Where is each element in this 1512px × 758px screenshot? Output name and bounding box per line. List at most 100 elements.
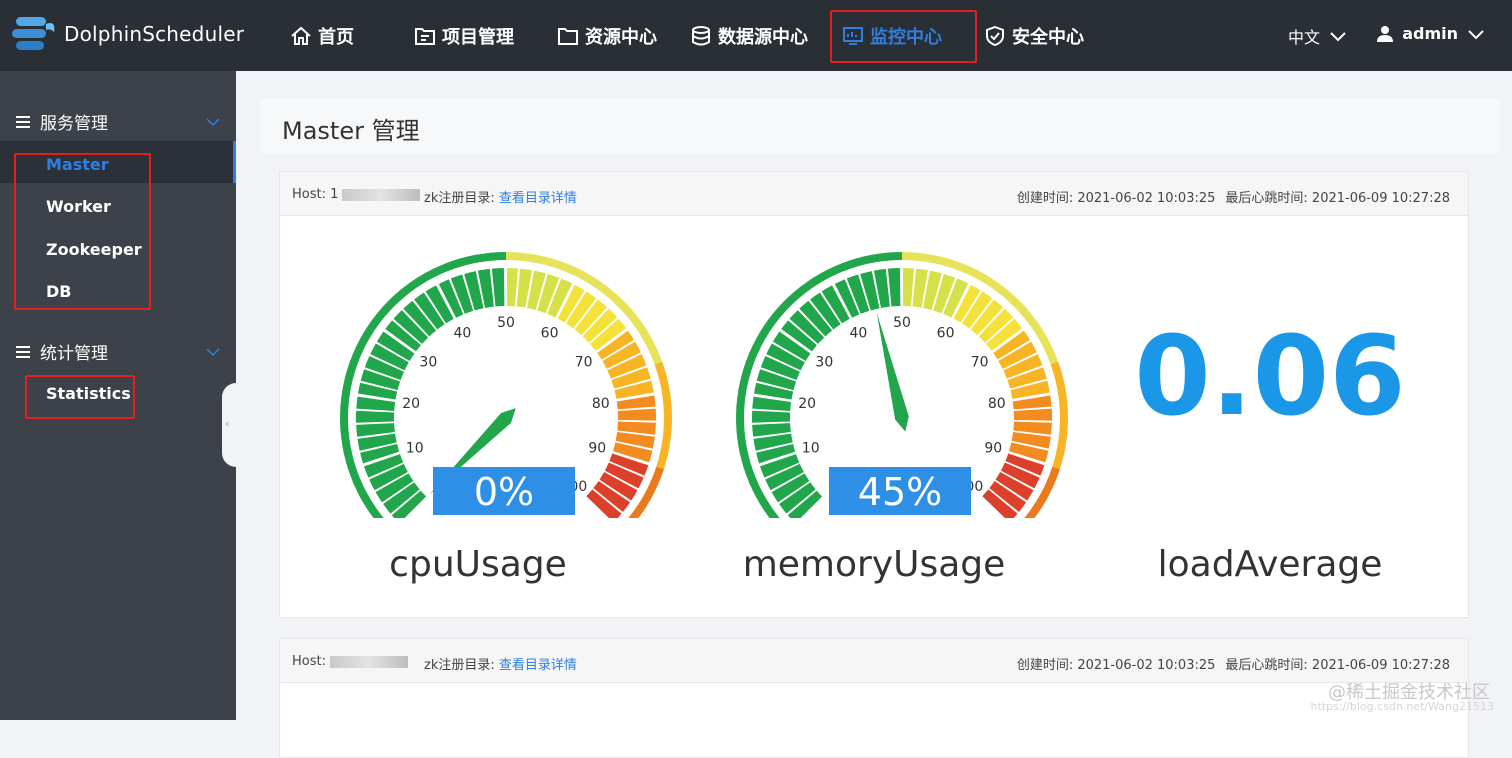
highlight-monitor — [830, 10, 977, 63]
gauge-outer-band — [475, 253, 493, 263]
gauge-tick-label: 70 — [575, 355, 593, 371]
gauge-value-text: 0% — [474, 470, 534, 514]
home-icon — [290, 26, 312, 46]
gauge-outer-band — [736, 390, 746, 408]
create-time: 创建时间: 2021-06-02 10:03:25 — [1017, 191, 1216, 206]
chevron-down-icon[interactable] — [205, 347, 221, 357]
gauge-segment — [506, 268, 518, 306]
cpu-gauge: 01020304050607080901000% — [336, 248, 676, 518]
create-time: 创建时间: 2021-06-02 10:03:25 — [1017, 658, 1216, 673]
nav-project[interactable]: 项目管理 — [414, 22, 514, 50]
gauge-outer-band — [340, 406, 348, 423]
host-redacted — [342, 189, 420, 201]
host-label: Host: 1 — [292, 187, 338, 202]
zk-label: zk注册目录: — [424, 658, 495, 673]
nav-home[interactable]: 首页 — [290, 22, 354, 50]
nav-resource[interactable]: 资源中心 — [557, 22, 657, 50]
chevron-down-icon[interactable] — [205, 117, 221, 127]
chevron-left-icon: ‹ — [225, 417, 229, 430]
gauge-outer-band — [341, 436, 352, 454]
gauge-segment — [888, 268, 901, 306]
menu-icon — [16, 116, 30, 128]
sidebar-group-statistics-label: 统计管理 — [40, 339, 108, 364]
sidebar-collapse-toggle[interactable]: ‹ — [222, 383, 236, 467]
gauge-outer-band — [662, 392, 672, 410]
gauge-tick-label: 50 — [893, 315, 911, 331]
menu-icon — [16, 346, 30, 358]
chevron-down-icon — [1328, 29, 1348, 43]
gauge-tick-label: 40 — [850, 325, 868, 341]
master-card: Host: zk注册目录: 查看目录详情 创建时间: 2021-06-02 10… — [279, 638, 1469, 758]
heartbeat-time: 最后心跳时间: 2021-06-09 10:27:28 — [1225, 658, 1450, 673]
folder-icon — [557, 26, 579, 46]
gauge-segment — [356, 411, 394, 423]
gauge-tick-label: 40 — [454, 325, 472, 341]
sidebar-group-statistics[interactable]: 统计管理 — [16, 339, 108, 364]
gauge-outer-band — [737, 436, 748, 454]
zk-label: zk注册目录: — [424, 191, 495, 206]
nav-security[interactable]: 安全中心 — [984, 22, 1084, 50]
gauge-outer-band — [886, 252, 903, 261]
gauge-segment — [752, 411, 790, 423]
gauge-outer-band — [663, 423, 672, 440]
time-info: 创建时间: 2021-06-02 10:03:25最后心跳时间: 2021-06… — [1017, 187, 1450, 206]
watermark-url: https://blog.csdn.net/Wang21513 — [1310, 700, 1494, 713]
highlight-service-items — [14, 153, 151, 310]
app-logo[interactable]: DolphinScheduler — [10, 14, 244, 54]
host-label: Host: — [292, 654, 326, 669]
host-redacted — [330, 656, 408, 668]
gauge-segment — [902, 268, 914, 306]
nav-datasource[interactable]: 数据源中心 — [690, 22, 808, 50]
page-title: Master 管理 — [282, 111, 420, 146]
host-info: Host: 1 — [292, 187, 420, 202]
zk-info: zk注册目录: 查看目录详情 — [424, 654, 577, 673]
gauge-tick-label: 10 — [802, 441, 820, 457]
gauge-tick-label: 50 — [497, 315, 515, 331]
gauge-tick-label: 10 — [406, 441, 424, 457]
gauge-tick-label: 60 — [541, 325, 559, 341]
user-name: admin — [1402, 24, 1458, 43]
zk-info: zk注册目录: 查看目录详情 — [424, 187, 577, 206]
page-header: Master 管理 — [260, 99, 1500, 153]
gauge-outer-band — [340, 421, 349, 438]
gauge-outer-band — [490, 252, 507, 261]
gauge-tick-label: 80 — [592, 396, 610, 412]
gauge-segment — [1013, 422, 1052, 435]
nav-resource-label: 资源中心 — [585, 23, 657, 49]
memory-gauge: 010203040506070809010045% — [732, 248, 1072, 518]
gauge-outer-band — [736, 406, 744, 423]
user-dropdown[interactable]: admin — [1376, 24, 1486, 43]
time-info: 创建时间: 2021-06-02 10:03:25 最后心跳时间: 2021-06… — [1017, 654, 1450, 673]
gauge-outer-band — [1059, 423, 1068, 440]
gauge-segment — [1014, 409, 1052, 421]
gauge-tick-label: 30 — [815, 355, 833, 371]
gauge-value-text: 45% — [858, 470, 942, 514]
gauge-segment — [618, 409, 656, 421]
gauge-tick-label: 20 — [798, 396, 816, 412]
gauge-segment — [492, 268, 505, 306]
top-navbar: DolphinScheduler 首页 项目管理 资源中心 数据源中心 监控中心… — [0, 0, 1512, 71]
dolphin-logo-icon — [10, 14, 58, 54]
load-average-value: 0.06 — [1120, 312, 1420, 440]
gauge-outer-band — [460, 255, 478, 267]
gauge-tick-label: 20 — [402, 396, 420, 412]
gauge-tick-label: 80 — [988, 396, 1006, 412]
sidebar-group-service[interactable]: 服务管理 — [16, 109, 108, 134]
gauge-segment — [617, 422, 656, 435]
load-average-label: loadAverage — [1120, 544, 1420, 585]
gauge-outer-band — [1058, 392, 1068, 410]
gauge-tick-label: 60 — [937, 325, 955, 341]
app-name: DolphinScheduler — [64, 22, 244, 46]
gauge-outer-band — [506, 252, 523, 261]
gauge-outer-band — [1055, 377, 1066, 395]
sidebar: 服务管理 Master Worker Zookeeper DB 统计管理 Sta… — [0, 71, 236, 720]
zk-detail-link[interactable]: 查看目录详情 — [499, 658, 577, 673]
gauge-tick-label: 30 — [419, 355, 437, 371]
memory-usage-label: memoryUsage — [724, 544, 1024, 585]
project-icon — [414, 26, 436, 46]
main-content: Master 管理 Host: 1 zk注册目录: 查看目录详情 创建时间: 2… — [236, 71, 1512, 720]
zk-detail-link[interactable]: 查看目录详情 — [499, 191, 577, 206]
user-icon — [1376, 25, 1394, 43]
gauge-outer-band — [340, 390, 350, 408]
language-dropdown[interactable]: 中文 — [1288, 24, 1348, 48]
